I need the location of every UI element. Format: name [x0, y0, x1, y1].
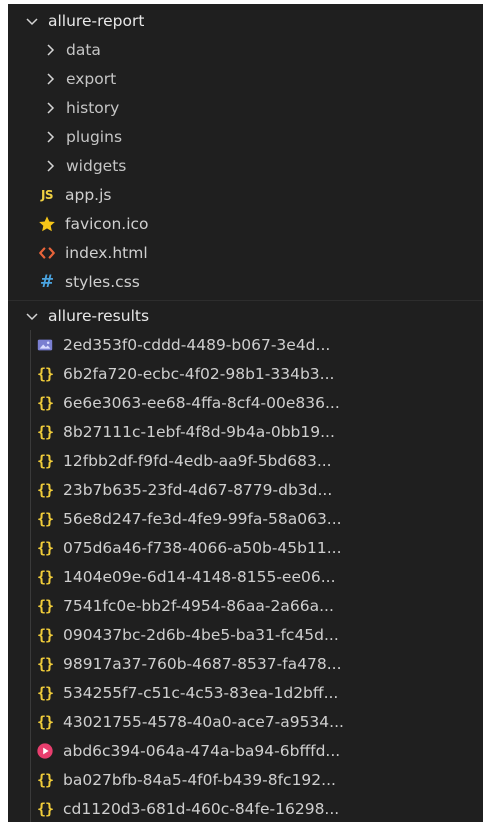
json-file-icon: {} — [36, 480, 54, 499]
file-index-html[interactable]: index.html — [8, 238, 483, 267]
file-item[interactable]: abd6c394-064a-474a-ba94-6bfffd... — [8, 736, 483, 765]
chevron-right-icon — [40, 127, 60, 147]
file-label: 43021755-4578-40a0-ace7-a9534... — [63, 712, 344, 731]
json-file-icon: {} — [36, 451, 54, 470]
file-label: 7541fc0e-bb2f-4954-86aa-2a66a... — [63, 596, 334, 615]
json-file-icon: {} — [36, 538, 54, 557]
folder-label: allure-report — [48, 11, 145, 30]
json-file-icon: {} — [36, 567, 54, 586]
folder-label: plugins — [66, 127, 123, 146]
folder-widgets[interactable]: widgets — [8, 151, 483, 180]
file-item[interactable]: {} 8b27111c-1ebf-4f8d-9b4a-0bb19... — [8, 417, 483, 446]
file-favicon-ico[interactable]: favicon.ico — [8, 209, 483, 238]
file-label: 56e8d247-fe3d-4fe9-99fa-58a063... — [63, 509, 342, 528]
file-item[interactable]: {} cd1120d3-681d-460c-84fe-16298... — [8, 794, 483, 822]
file-label: index.html — [65, 243, 148, 262]
folder-plugins[interactable]: plugins — [8, 122, 483, 151]
file-label: 98917a37-760b-4687-8537-fa478... — [63, 654, 342, 673]
chevron-right-icon — [40, 156, 60, 176]
chevron-right-icon — [40, 69, 60, 89]
file-label: cd1120d3-681d-460c-84fe-16298... — [63, 799, 340, 818]
json-file-icon: {} — [36, 683, 54, 702]
screenshot-frame: allure-report data export history plugin — [0, 0, 483, 822]
json-file-icon: {} — [36, 770, 54, 789]
file-item[interactable]: {} ba027bfb-84a5-4f0f-b439-8fc192... — [8, 765, 483, 794]
json-file-icon: {} — [36, 422, 54, 441]
video-file-icon — [34, 741, 56, 761]
folder-allure-report[interactable]: allure-report — [8, 6, 483, 35]
file-label: abd6c394-064a-474a-ba94-6bfffd... — [63, 741, 341, 760]
file-label: 1404e09e-6d14-4148-8155-ee06... — [63, 567, 336, 586]
file-item[interactable]: {} 090437bc-2d6b-4be5-ba31-fc45d... — [8, 620, 483, 649]
folder-label: history — [66, 98, 120, 117]
file-explorer-tree: allure-report data export history plugin — [8, 0, 483, 822]
json-file-icon: {} — [36, 799, 54, 818]
json-file-icon: {} — [36, 509, 54, 528]
file-label: app.js — [65, 185, 112, 204]
file-item[interactable]: {} 43021755-4578-40a0-ace7-a9534... — [8, 707, 483, 736]
file-item[interactable]: {} 12fbb2df-f9fd-4edb-aa9f-5bd683... — [8, 446, 483, 475]
chevron-down-icon — [22, 306, 42, 326]
file-item[interactable]: {} 6b2fa720-ecbc-4f02-98b1-334b3... — [8, 359, 483, 388]
file-item[interactable]: {} 98917a37-760b-4687-8537-fa478... — [8, 649, 483, 678]
file-label: 8b27111c-1ebf-4f8d-9b4a-0bb19... — [63, 422, 335, 441]
file-item[interactable]: {} 075d6a46-f738-4066-a50b-45b11... — [8, 533, 483, 562]
json-file-icon: {} — [36, 712, 54, 731]
file-app-js[interactable]: JS app.js — [8, 180, 483, 209]
folder-label: data — [66, 40, 101, 59]
folder-label: export — [66, 69, 117, 88]
file-item[interactable]: {} 534255f7-c51c-4c53-83ea-1d2bff... — [8, 678, 483, 707]
file-item[interactable]: {} 56e8d247-fe3d-4fe9-99fa-58a063... — [8, 504, 483, 533]
file-styles-css[interactable]: # styles.css — [8, 267, 483, 296]
file-label: 6e6e3063-ee68-4ffa-8cf4-00e836... — [63, 393, 340, 412]
file-label: styles.css — [65, 272, 140, 291]
file-item[interactable]: {} 23b7b635-23fd-4d67-8779-db3d... — [8, 475, 483, 504]
chevron-right-icon — [40, 40, 60, 60]
css-file-icon: # — [39, 271, 55, 292]
folder-label: widgets — [66, 156, 127, 175]
folder-export[interactable]: export — [8, 64, 483, 93]
file-label: favicon.ico — [65, 214, 149, 233]
file-label: 23b7b635-23fd-4d67-8779-db3d... — [63, 480, 333, 499]
chevron-right-icon — [40, 98, 60, 118]
file-label: 534255f7-c51c-4c53-83ea-1d2bff... — [63, 683, 339, 702]
json-file-icon: {} — [36, 625, 54, 644]
folder-history[interactable]: history — [8, 93, 483, 122]
file-label: 2ed353f0-cddd-4489-b067-3e4d... — [63, 335, 331, 354]
html-file-icon — [36, 243, 58, 263]
image-file-icon — [34, 335, 56, 355]
star-icon — [36, 214, 58, 234]
file-item[interactable]: {} 7541fc0e-bb2f-4954-86aa-2a66a... — [8, 591, 483, 620]
json-file-icon: {} — [36, 393, 54, 412]
json-file-icon: {} — [36, 654, 54, 673]
file-label: ba027bfb-84a5-4f0f-b439-8fc192... — [63, 770, 336, 789]
file-label: 12fbb2df-f9fd-4edb-aa9f-5bd683... — [63, 451, 332, 470]
file-item[interactable]: {} 1404e09e-6d14-4148-8155-ee06... — [8, 562, 483, 591]
file-item[interactable]: {} 6e6e3063-ee68-4ffa-8cf4-00e836... — [8, 388, 483, 417]
javascript-file-icon: JS — [40, 187, 54, 202]
file-label: 090437bc-2d6b-4be5-ba31-fc45d... — [63, 625, 339, 644]
top-edge — [0, 0, 483, 4]
folder-data[interactable]: data — [8, 35, 483, 64]
json-file-icon: {} — [36, 364, 54, 383]
file-label: 075d6a46-f738-4066-a50b-45b11... — [63, 538, 342, 557]
folder-allure-results[interactable]: allure-results — [8, 301, 483, 330]
folder-label: allure-results — [48, 306, 150, 325]
file-label: 6b2fa720-ecbc-4f02-98b1-334b3... — [63, 364, 335, 383]
chevron-down-icon — [22, 11, 42, 31]
file-item[interactable]: 2ed353f0-cddd-4489-b067-3e4d... — [8, 330, 483, 359]
json-file-icon: {} — [36, 596, 54, 615]
